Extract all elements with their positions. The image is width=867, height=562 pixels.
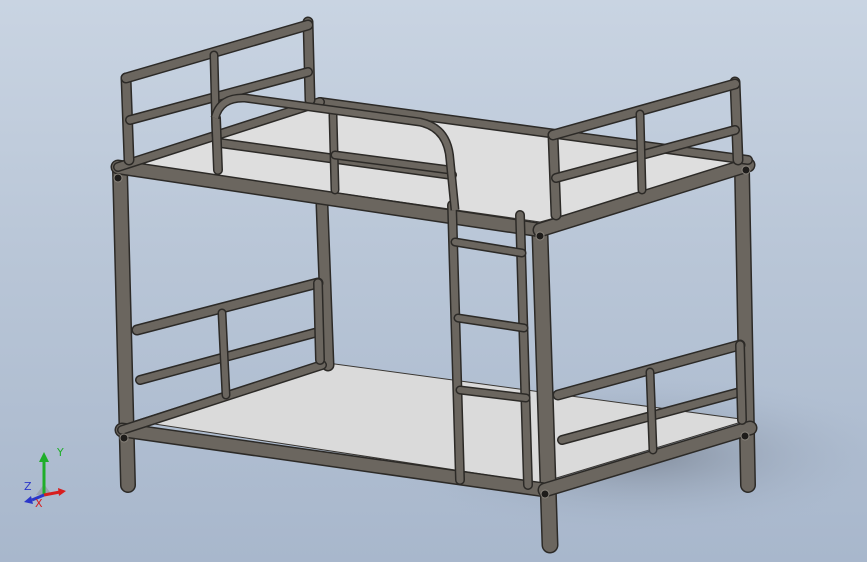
low-left-bar — [219, 310, 229, 398]
triad-x-label: X — [35, 497, 43, 510]
bunk-bed-model[interactable] — [0, 0, 867, 562]
head-right-post-b — [731, 78, 742, 164]
head-left-post-b — [304, 18, 314, 104]
head-right-bar — [637, 111, 645, 193]
bolt-bottom-front-left — [119, 433, 129, 443]
orientation-triad[interactable]: Y Z X — [18, 440, 78, 510]
bolt-top-back-right — [741, 165, 751, 175]
triad-z-label: Z — [24, 480, 32, 493]
triad-z-arrow-icon — [24, 496, 33, 504]
triad-y-label: Y — [56, 446, 64, 459]
low-left-top — [133, 279, 322, 334]
bolt-top-front-right — [535, 231, 545, 241]
low-right-bar — [647, 369, 656, 453]
bolt-bottom-back-right — [740, 431, 750, 441]
triad-y-arrow-icon — [39, 452, 49, 462]
low-left-end — [314, 279, 324, 364]
triad-x-arrow-icon — [58, 488, 66, 496]
cad-viewport[interactable]: Y Z X — [0, 0, 867, 562]
guard-front-left — [212, 114, 222, 174]
bolt-top-front-left — [113, 173, 123, 183]
low-right-end — [736, 341, 746, 424]
bolt-bottom-front-right — [540, 489, 550, 499]
